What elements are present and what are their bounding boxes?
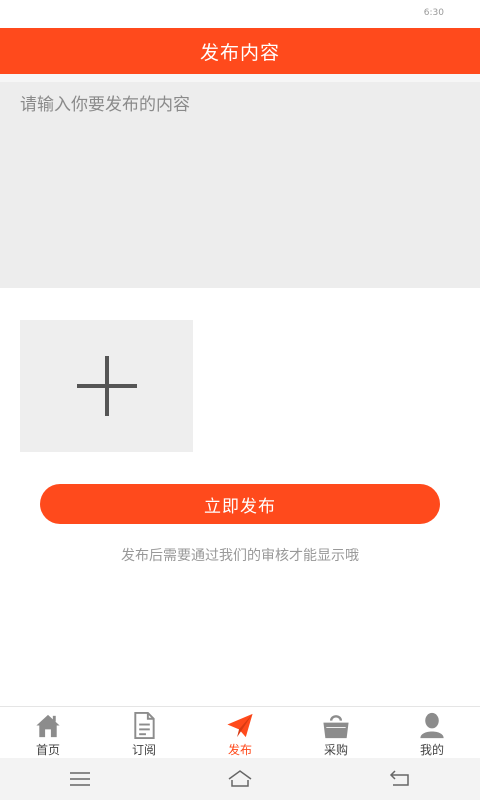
content-input[interactable] (0, 82, 480, 288)
divider (0, 74, 480, 82)
home-nav-button[interactable] (220, 764, 260, 794)
status-clock: 6:30 (423, 8, 444, 18)
menu-icon (70, 772, 90, 786)
home-outline-icon (228, 770, 252, 787)
bottom-tab-bar: 首页 订阅 发布 采购 我的 (0, 706, 480, 758)
page-title: 发布内容 (199, 41, 280, 64)
paper-plane-icon (227, 713, 253, 738)
tab-mine-label: 我的 (419, 743, 444, 757)
document-icon (134, 711, 155, 740)
system-nav-bar (0, 758, 480, 800)
tab-home-label: 首页 (35, 743, 60, 757)
tab-home[interactable]: 首页 (0, 707, 96, 758)
back-nav-button[interactable] (380, 764, 420, 794)
review-hint: 发布后需要通过我们的审核才能显示哦 (121, 548, 359, 564)
add-image-button[interactable] (20, 320, 193, 452)
tab-purchase[interactable]: 采购 (288, 707, 384, 758)
user-icon (420, 712, 444, 739)
tab-publish[interactable]: 发布 (192, 707, 288, 758)
header-bar: 发布内容 (0, 28, 480, 74)
tab-purchase-label: 采购 (323, 743, 348, 757)
publish-button[interactable]: 立即发布 (40, 484, 440, 524)
status-bar: 6:30 (0, 0, 480, 28)
tab-mine[interactable]: 我的 (384, 707, 480, 758)
tab-publish-label: 发布 (227, 743, 252, 757)
menu-nav-button[interactable] (60, 764, 100, 794)
home-icon (36, 714, 60, 738)
shopping-bag-icon (323, 715, 349, 739)
back-icon (389, 770, 409, 786)
plus-icon (76, 356, 137, 416)
tab-subscribe[interactable]: 订阅 (96, 707, 192, 758)
tab-subscribe-label: 订阅 (131, 743, 156, 757)
